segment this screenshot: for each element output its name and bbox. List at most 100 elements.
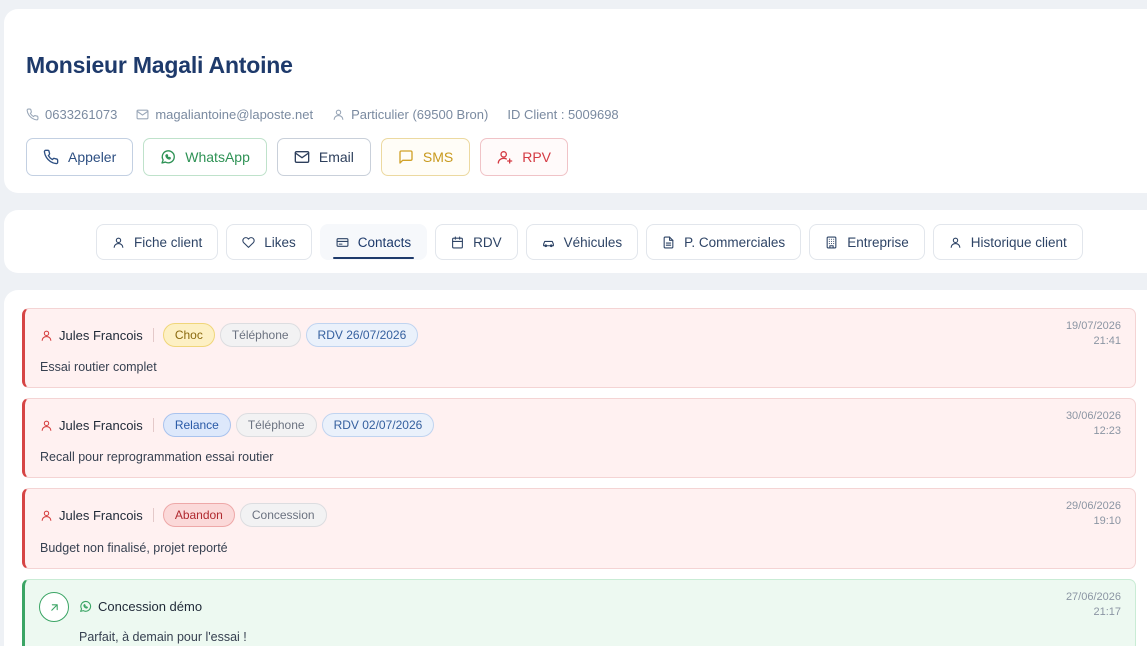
contact-datetime: 30/06/2026 12:23 xyxy=(1066,409,1121,439)
contact-datetime: 19/07/2026 21:41 xyxy=(1066,319,1121,349)
user-icon xyxy=(40,419,53,432)
rdv-badge: RDV 02/07/2026 xyxy=(321,413,435,437)
whatsapp-button-label: WhatsApp xyxy=(185,149,250,165)
tab-fiche-client[interactable]: Fiche client xyxy=(96,224,219,260)
contact-entry[interactable]: Jules Francois Choc Téléphone RDV 26/07/… xyxy=(22,308,1136,388)
tab-contacts[interactable]: Contacts xyxy=(319,224,428,260)
client-header: Monsieur Magali Antoine 0633261073 magal… xyxy=(4,9,1147,193)
tab-label: Likes xyxy=(264,234,296,250)
contact-entry-header: Jules Francois Abandon Concession xyxy=(40,503,332,527)
document-icon xyxy=(663,236,674,248)
client-info-row: 0633261073 magaliantoine@laposte.net Par… xyxy=(26,106,638,122)
whatsapp-icon xyxy=(80,600,92,612)
tab-historique-client[interactable]: Historique client xyxy=(932,224,1083,260)
client-id-text: ID Client : 5009698 xyxy=(507,106,619,122)
contact-actions: Appeler WhatsApp Email SMS RPV xyxy=(26,138,578,176)
tab-label: P. Commerciales xyxy=(684,234,786,250)
contact-entry[interactable]: Jules Francois Relance Téléphone RDV 02/… xyxy=(22,398,1136,478)
contact-time: 21:41 xyxy=(1093,335,1121,347)
contact-author: Jules Francois xyxy=(59,507,143,523)
contact-author: Jules Francois xyxy=(59,417,143,433)
user-plus-icon xyxy=(497,151,513,164)
contact-entry[interactable]: Concession démo Parfait, à demain pour l… xyxy=(22,579,1136,646)
client-email-text: magaliantoine@laposte.net xyxy=(155,106,314,122)
client-phone: 0633261073 xyxy=(26,107,117,122)
channel-badge: Concession xyxy=(239,503,327,527)
separator xyxy=(152,418,154,432)
contact-date: 29/06/2026 xyxy=(1065,500,1121,512)
client-email: magaliantoine@laposte.net xyxy=(136,107,313,122)
car-icon xyxy=(542,240,554,247)
sms-button[interactable]: SMS xyxy=(380,138,471,176)
contact-entry-header: Jules Francois Choc Téléphone RDV 26/07/… xyxy=(40,323,423,347)
rpv-button[interactable]: RPV xyxy=(480,138,569,176)
status-badge: Abandon xyxy=(162,503,235,527)
client-type-text: Particulier (69500 Bron) xyxy=(351,106,489,122)
rpv-button-label: RPV xyxy=(522,149,552,165)
contact-text: Essai routier complet xyxy=(40,360,157,374)
contact-datetime: 27/06/2026 21:17 xyxy=(1066,590,1121,620)
contact-datetime: 29/06/2026 19:10 xyxy=(1066,499,1121,529)
contacts-list: Jules Francois Choc Téléphone RDV 26/07/… xyxy=(4,290,1147,646)
tab-entreprise[interactable]: Entreprise xyxy=(809,224,925,260)
contact-date: 19/07/2026 xyxy=(1065,320,1121,332)
contact-text: Parfait, à demain pour l'essai ! xyxy=(79,630,247,644)
contact-date: 30/06/2026 xyxy=(1065,410,1121,422)
status-badge: Relance xyxy=(162,413,231,437)
sms-button-label: SMS xyxy=(422,149,454,165)
tab-label: Véhicules xyxy=(563,234,623,250)
client-phone-text: 0633261073 xyxy=(45,106,118,122)
separator xyxy=(152,508,154,522)
status-badge: Choc xyxy=(162,323,215,347)
tabs: Fiche client Likes Contacts RDV Véhicule… xyxy=(96,224,1091,260)
user-icon xyxy=(40,329,53,342)
user-icon xyxy=(40,509,53,522)
tab-label: Historique client xyxy=(970,234,1067,250)
contact-date: 27/06/2026 xyxy=(1065,591,1121,603)
heart-icon xyxy=(242,236,255,248)
contact-text: Budget non finalisé, projet reporté xyxy=(40,541,228,555)
whatsapp-icon xyxy=(161,150,176,164)
phone-icon xyxy=(43,149,59,165)
tab-p-commerciales[interactable]: P. Commerciales xyxy=(646,224,802,260)
message-icon xyxy=(399,150,413,164)
email-button[interactable]: Email xyxy=(276,138,371,176)
contact-entry-header: Jules Francois Relance Téléphone RDV 02/… xyxy=(40,413,439,437)
call-button[interactable]: Appeler xyxy=(26,138,134,176)
call-button-label: Appeler xyxy=(68,149,117,165)
user-icon xyxy=(950,237,961,248)
contact-time: 19:10 xyxy=(1093,515,1121,527)
contact-entry[interactable]: Jules Francois Abandon Concession Budget… xyxy=(22,488,1136,569)
user-icon xyxy=(333,109,344,120)
contact-author: Jules Francois xyxy=(59,327,143,343)
client-type: Particulier (69500 Bron) xyxy=(332,107,488,122)
whatsapp-button[interactable]: WhatsApp xyxy=(143,138,267,176)
mail-icon xyxy=(136,109,149,119)
contact-time: 21:17 xyxy=(1093,606,1121,618)
tabs-bar: Fiche client Likes Contacts RDV Véhicule… xyxy=(4,210,1147,273)
tab-label: Fiche client xyxy=(134,234,203,250)
tab-rdv[interactable]: RDV xyxy=(435,224,518,260)
separator xyxy=(152,328,154,342)
tab-label: RDV xyxy=(473,234,502,250)
building-icon xyxy=(826,236,837,248)
tab-label: Entreprise xyxy=(847,234,909,250)
tab-likes[interactable]: Likes xyxy=(226,224,312,260)
contact-entry-header: Concession démo xyxy=(79,597,202,615)
contact-time: 12:23 xyxy=(1093,425,1121,437)
channel-badge: Téléphone xyxy=(219,323,301,347)
tab-label: Contacts xyxy=(357,234,412,250)
user-icon xyxy=(113,237,124,248)
contact-text: Recall pour reprogrammation essai routie… xyxy=(40,450,274,464)
client-name: Monsieur Magali Antoine xyxy=(26,52,293,78)
channel-badge: Téléphone xyxy=(235,413,317,437)
phone-icon xyxy=(26,108,39,120)
id-card-icon xyxy=(336,237,349,247)
tab-vehicules[interactable]: Véhicules xyxy=(525,224,639,260)
email-button-label: Email xyxy=(318,149,354,165)
mail-icon xyxy=(294,151,310,163)
calendar-icon xyxy=(452,236,463,248)
contact-author: Concession démo xyxy=(98,598,203,614)
rdv-badge: RDV 26/07/2026 xyxy=(305,323,419,347)
outgoing-arrow-icon xyxy=(39,592,69,622)
